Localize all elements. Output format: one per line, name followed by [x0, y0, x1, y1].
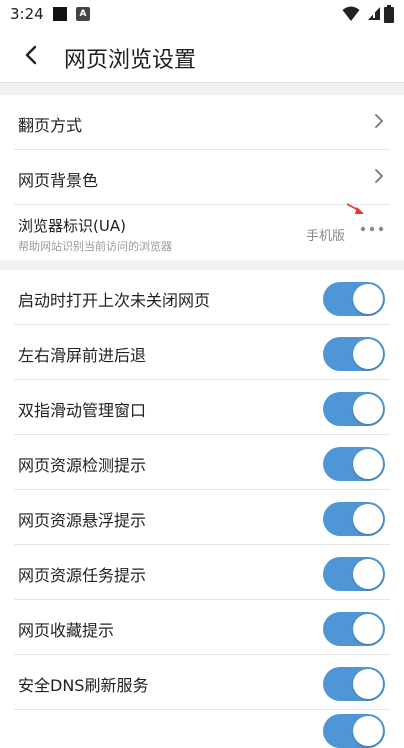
more-options-icon[interactable]: [360, 225, 384, 233]
wifi-icon: [342, 6, 360, 21]
status-time: 3:24: [10, 5, 44, 23]
toggle-knob: [353, 504, 383, 534]
toggle-switch[interactable]: [323, 612, 385, 646]
toggle-row-secure-dns[interactable]: 安全DNS刷新服务: [0, 655, 404, 710]
notification-icon: [53, 7, 67, 21]
setting-value: 手机版: [306, 229, 346, 244]
toggle-row-resource-detect[interactable]: 网页资源检测提示: [0, 435, 404, 490]
toggle-knob: [353, 716, 383, 746]
toggle-row-restore-pages[interactable]: 启动时打开上次未关闭网页: [0, 270, 404, 325]
page-title: 网页浏览设置: [64, 48, 197, 73]
section-gap: [0, 260, 404, 270]
setting-label: 左右滑屏前进后退: [18, 346, 147, 365]
toggle-knob: [353, 284, 383, 314]
chevron-right-icon: [375, 169, 384, 183]
toggle-row-swipe-navigation[interactable]: 左右滑屏前进后退: [0, 325, 404, 380]
toggle-knob: [353, 394, 383, 424]
section-gap: [0, 83, 404, 95]
status-bar: 3:24 A: [0, 0, 404, 28]
setting-label: 双指滑动管理窗口: [18, 401, 147, 420]
toggle-switch[interactable]: [323, 667, 385, 701]
setting-label: 网页资源悬浮提示: [18, 511, 147, 530]
toggle-switch[interactable]: [323, 502, 385, 536]
setting-label: 安全DNS刷新服务: [18, 676, 149, 695]
toggle-knob: [353, 559, 383, 589]
setting-label: 网页背景色: [18, 171, 99, 190]
setting-label: 启动时打开上次未关闭网页: [18, 291, 211, 310]
toggle-row-two-finger-windows[interactable]: 双指滑动管理窗口: [0, 380, 404, 435]
setting-subtitle: 帮助网站识别当前访问的浏览器: [18, 240, 172, 253]
toggle-switch[interactable]: [323, 447, 385, 481]
setting-row-user-agent[interactable]: 浏览器标识(UA) 帮助网站识别当前访问的浏览器 手机版: [0, 205, 404, 260]
setting-row-background-color[interactable]: 网页背景色: [0, 150, 404, 205]
toggle-knob: [353, 614, 383, 644]
setting-label: 浏览器标识(UA): [18, 217, 126, 235]
setting-label: 网页资源检测提示: [18, 456, 147, 475]
back-arrow-icon[interactable]: [14, 38, 48, 72]
battery-icon: [384, 5, 394, 23]
app-bar: 网页浏览设置: [0, 28, 404, 83]
toggle-switch[interactable]: [323, 557, 385, 591]
toggle-switch[interactable]: [323, 282, 385, 316]
setting-label: 翻页方式: [18, 116, 83, 135]
settings-section-toggles: 启动时打开上次未关闭网页 左右滑屏前进后退 双指滑动管理窗口 网页资源检测提示 …: [0, 270, 404, 748]
toggle-row-resource-task[interactable]: 网页资源任务提示: [0, 545, 404, 600]
toggle-row-bookmark-tip[interactable]: 网页收藏提示: [0, 600, 404, 655]
setting-row-page-turn[interactable]: 翻页方式: [0, 95, 404, 150]
app-notification-icon: A: [76, 7, 90, 21]
toggle-switch[interactable]: [323, 337, 385, 371]
toggle-knob: [353, 449, 383, 479]
toggle-knob: [353, 669, 383, 699]
chevron-right-icon: [375, 114, 384, 128]
setting-label: 网页资源任务提示: [18, 566, 147, 585]
annotation-arrow-icon: [346, 203, 364, 214]
setting-label: 网页收藏提示: [18, 621, 115, 640]
settings-section-general: 翻页方式 网页背景色 浏览器标识(UA) 帮助网站识别当前访问的浏览器 手机版: [0, 95, 404, 260]
toggle-switch[interactable]: [323, 392, 385, 426]
toggle-row-resource-float[interactable]: 网页资源悬浮提示: [0, 490, 404, 545]
toggle-knob: [353, 339, 383, 369]
divider: [14, 709, 390, 710]
toggle-switch[interactable]: [323, 714, 385, 748]
signal-icon: [368, 7, 380, 20]
